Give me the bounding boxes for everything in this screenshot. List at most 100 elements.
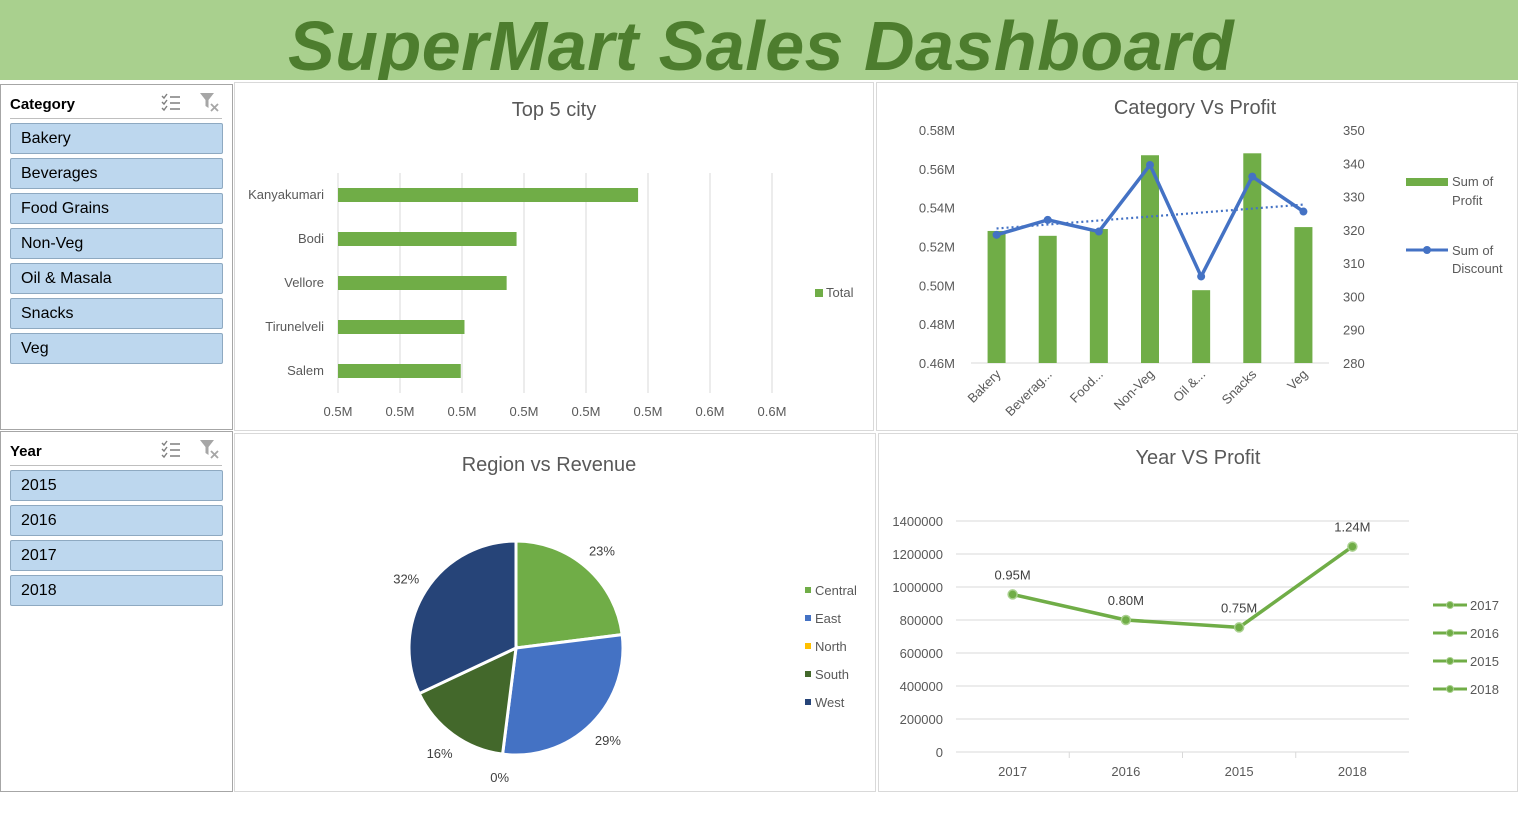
category-vs-profit-chart[interactable]: Category Vs Profit 0.46M 0.48M 0.50M 0.52M 0… [876, 82, 1518, 431]
y-left-tick-label: 0.50M [919, 278, 955, 293]
bar [1089, 229, 1108, 363]
x-tick-label: 2016 [1111, 764, 1140, 779]
slicer-item-oil-masala[interactable]: Oil & Masala [10, 263, 223, 294]
y-right-tick-label: 300 [1343, 289, 1365, 304]
slicer-item-2015[interactable]: 2015 [10, 470, 223, 501]
legend-swatch [805, 615, 811, 621]
x-tick-label: 0.5M [572, 404, 601, 419]
data-label: 29% [595, 733, 621, 748]
legend-label: Sum of [1452, 174, 1494, 189]
category-label: Snacks [1219, 366, 1260, 407]
discount-point [1248, 172, 1257, 181]
y-left-tick-label: 0.56M [919, 162, 955, 177]
data-label: 0% [490, 770, 509, 785]
data-point [1120, 614, 1132, 626]
year-vs-profit-chart[interactable]: Year VS Profit 0 200000 400000 600000 800000… [878, 433, 1518, 792]
y-tick-label: 400000 [900, 679, 943, 694]
data-point [1347, 541, 1358, 552]
x-tick-label: 2018 [1338, 764, 1367, 779]
region-vs-revenue-chart[interactable]: Region vs Revenue 23% 29% 0% 16% 32% Central E… [234, 433, 876, 792]
legend-swatch [805, 699, 811, 705]
legend-label: 2018 [1470, 682, 1499, 697]
y-tick-label: 600000 [900, 646, 943, 661]
category-vs-profit-plot: 0.46M 0.48M 0.50M 0.52M 0.54M 0.56M 0.58M 280 29… [919, 123, 1503, 420]
y-tick-label: 0 [936, 745, 943, 760]
slicer-item-snacks[interactable]: Snacks [10, 298, 223, 329]
bar [1294, 227, 1313, 363]
data-label: 23% [589, 543, 615, 558]
x-tick-label: 0.5M [634, 404, 663, 419]
x-tick-label: 0.5M [510, 404, 539, 419]
legend-label: 2017 [1470, 598, 1499, 613]
y-tick-label: 200000 [900, 712, 943, 727]
x-tick-label: 2015 [1225, 764, 1254, 779]
y-left-tick-label: 0.48M [919, 317, 955, 332]
clear-filter-icon[interactable] [198, 91, 222, 115]
legend-swatch [815, 289, 823, 297]
category-label: Salem [287, 363, 324, 378]
slicer-item-veg[interactable]: Veg [10, 333, 223, 364]
x-tick-label: 0.5M [386, 404, 415, 419]
x-tick-label: 0.5M [448, 404, 477, 419]
bar [338, 188, 639, 202]
slicer-item-food-grains[interactable]: Food Grains [10, 193, 223, 224]
year-slicer: Year 2015 2016 2017 2018 [0, 431, 233, 792]
bar [338, 232, 517, 246]
bar [1141, 155, 1159, 363]
legend-label: Profit [1452, 193, 1483, 208]
y-tick-label: 1000000 [892, 580, 943, 595]
slicer-item-2017[interactable]: 2017 [10, 540, 223, 571]
region-vs-revenue-plot: 23% 29% 0% 16% 32% Central East North South West [393, 539, 857, 785]
slicer-item-bakery[interactable]: Bakery [10, 123, 223, 154]
bar [1192, 290, 1211, 363]
x-tick-label: 0.6M [758, 404, 787, 419]
bar [987, 230, 1006, 363]
category-label: Food... [1067, 367, 1106, 406]
legend-marker [1446, 629, 1454, 637]
legend-marker [1446, 657, 1454, 665]
y-right-tick-label: 350 [1343, 123, 1365, 138]
year-slicer-title: Year [10, 443, 42, 460]
data-label: 0.95M [995, 567, 1031, 582]
legend-label: North [815, 639, 847, 654]
y-tick-label: 800000 [900, 613, 943, 628]
category-slicer-header: Category [10, 91, 222, 119]
legend-swatch [805, 587, 811, 593]
legend-label: 2015 [1470, 654, 1499, 669]
legend-label: West [815, 695, 845, 710]
y-tick-label: 1200000 [892, 547, 943, 562]
y-right-tick-label: 310 [1343, 256, 1365, 271]
x-tick-label: 0.6M [696, 404, 725, 419]
data-label: 0.80M [1108, 593, 1144, 608]
y-tick-label: 1400000 [892, 514, 943, 529]
legend-swatch [805, 671, 811, 677]
legend-marker [1446, 601, 1454, 609]
data-point [1007, 589, 1018, 600]
slicer-item-2016[interactable]: 2016 [10, 505, 223, 536]
y-right-tick-label: 320 [1343, 223, 1365, 238]
multi-select-icon[interactable] [160, 438, 184, 462]
category-slicer-title: Category [10, 96, 76, 113]
slicer-item-2018[interactable]: 2018 [10, 575, 223, 606]
clear-filter-icon[interactable] [198, 438, 222, 462]
slicer-item-beverages[interactable]: Beverages [10, 158, 223, 189]
category-label: Vellore [284, 275, 324, 290]
bar [338, 320, 465, 334]
top5-city-plot: 0.5M 0.5M 0.5M 0.5M 0.5M 0.5M 0.6M 0.6M Kanyakum… [248, 173, 854, 419]
bar [338, 276, 507, 290]
category-label: Tirunelveli [265, 319, 324, 334]
y-left-tick-label: 0.58M [919, 123, 955, 138]
y-left-tick-label: 0.46M [919, 356, 955, 371]
discount-point [1043, 215, 1052, 224]
legend-label: Central [815, 583, 857, 598]
data-label: 0.75M [1221, 600, 1257, 615]
discount-point [1146, 160, 1154, 169]
slicer-item-non-veg[interactable]: Non-Veg [10, 228, 223, 259]
multi-select-icon[interactable] [160, 91, 184, 115]
data-label: 16% [427, 746, 453, 761]
y-right-tick-label: 280 [1343, 356, 1365, 371]
top5-city-chart[interactable]: Top 5 city 0.5M 0.5M 0.5M 0.5M 0.5M 0.5M 0.6M 0… [234, 82, 874, 431]
year-vs-profit-plot: 0 200000 400000 600000 800000 1000000 1200000 1… [892, 514, 1499, 779]
category-label: Bakery [964, 366, 1004, 406]
category-label: Beverag... [1002, 367, 1055, 420]
